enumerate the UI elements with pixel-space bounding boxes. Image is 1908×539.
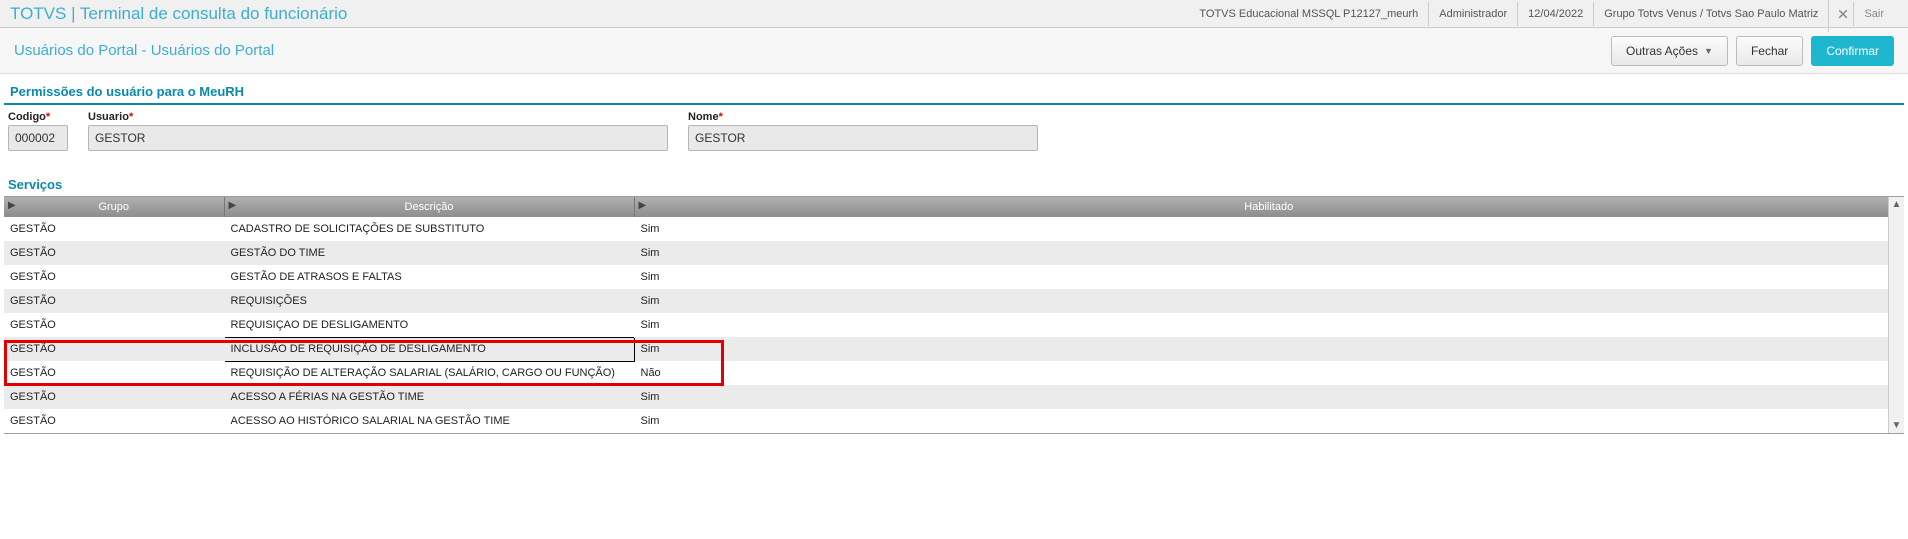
confirm-button[interactable]: Confirmar: [1811, 36, 1894, 66]
table-row[interactable]: GESTÃOACESSO A FÉRIAS NA GESTÃO TIMESim: [4, 385, 1904, 409]
table-row[interactable]: GESTÃOCADASTRO DE SOLICITAÇÕES DE SUBSTI…: [4, 217, 1904, 241]
usuario-label: Usuario*: [88, 111, 668, 123]
app-title: TOTVS | Terminal de consulta do funcioná…: [6, 4, 347, 24]
cell-grupo: GESTÃO: [4, 289, 224, 313]
nome-input[interactable]: [688, 125, 1038, 151]
services-table-head: ▶Grupo ▶Descrição ▶Habilitado: [4, 197, 1904, 217]
cell-habilitado: Sim: [634, 409, 1904, 433]
col-descricao-header[interactable]: ▶Descrição: [224, 197, 634, 217]
table-row[interactable]: GESTÃOINCLUSÃO DE REQUISIÇÃO DE DESLIGAM…: [4, 337, 1904, 361]
table-row[interactable]: GESTÃOGESTÃO DE ATRASOS E FALTASSim: [4, 265, 1904, 289]
cell-grupo: GESTÃO: [4, 409, 224, 433]
chevron-down-icon: ▼: [1704, 46, 1713, 56]
codigo-label: Codigo*: [8, 111, 68, 123]
nome-field: Nome*: [688, 111, 1038, 151]
usuario-field: Usuario*: [88, 111, 668, 151]
cell-grupo: GESTÃO: [4, 337, 224, 361]
services-table-body: GESTÃOCADASTRO DE SOLICITAÇÕES DE SUBSTI…: [4, 217, 1904, 433]
cell-descricao: INCLUSÃO DE REQUISIÇÃO DE DESLIGAMENTO: [224, 337, 634, 361]
scroll-down-icon[interactable]: ▼: [1889, 418, 1904, 433]
brand: TOTVS: [10, 4, 66, 23]
table-row[interactable]: GESTÃOREQUISIÇAO DE DESLIGAMENTOSim: [4, 313, 1904, 337]
section-services-title: Serviços: [0, 157, 1908, 196]
table-row[interactable]: GESTÃOREQUISIÇÕESSim: [4, 289, 1904, 313]
context-label: TOTVS Educacional MSSQL P12127_meurh: [1189, 2, 1428, 26]
cell-descricao: ACESSO A FÉRIAS NA GESTÃO TIME: [224, 385, 634, 409]
exit-button[interactable]: Sair: [1828, 0, 1902, 32]
scroll-up-icon[interactable]: ▲: [1889, 197, 1904, 212]
cell-habilitado: Não: [634, 361, 1904, 385]
company-label: Grupo Totvs Venus / Totvs Sao Paulo Matr…: [1593, 2, 1828, 26]
codigo-input[interactable]: [8, 125, 68, 151]
top-bar: TOTVS | Terminal de consulta do funcioná…: [0, 0, 1908, 28]
sort-icon: ▶: [8, 200, 16, 211]
cell-habilitado: Sim: [634, 265, 1904, 289]
cell-habilitado: Sim: [634, 313, 1904, 337]
col-habilitado-header[interactable]: ▶Habilitado: [634, 197, 1904, 217]
cell-grupo: GESTÃO: [4, 217, 224, 241]
sort-icon: ▶: [229, 200, 237, 211]
subbar-actions: Outras Ações ▼ Fechar Confirmar: [1611, 36, 1894, 66]
cell-habilitado: Sim: [634, 337, 1904, 361]
cell-grupo: GESTÃO: [4, 313, 224, 337]
cell-descricao: REQUISIÇÕES: [224, 289, 634, 313]
cell-grupo: GESTÃO: [4, 265, 224, 289]
sub-bar: Usuários do Portal - Usuários do Portal …: [0, 28, 1908, 74]
cell-grupo: GESTÃO: [4, 385, 224, 409]
cell-descricao: REQUISIÇAO DE DESLIGAMENTO: [224, 313, 634, 337]
services-table: ▶Grupo ▶Descrição ▶Habilitado GESTÃOCADA…: [4, 197, 1904, 433]
cell-grupo: GESTÃO: [4, 361, 224, 385]
user-label: Administrador: [1428, 2, 1517, 26]
close-button[interactable]: Fechar: [1736, 36, 1803, 66]
cell-grupo: GESTÃO: [4, 241, 224, 265]
cell-habilitado: Sim: [634, 385, 1904, 409]
close-icon: [1837, 8, 1849, 20]
table-row[interactable]: GESTÃOGESTÃO DO TIMESim: [4, 241, 1904, 265]
other-actions-button[interactable]: Outras Ações ▼: [1611, 36, 1728, 66]
date-label: 12/04/2022: [1517, 2, 1593, 26]
section-permissions-title: Permissões do usuário para o MeuRH: [4, 76, 1904, 105]
codigo-field: Codigo*: [8, 111, 68, 151]
usuario-input[interactable]: [88, 125, 668, 151]
col-grupo-header[interactable]: ▶Grupo: [4, 197, 224, 217]
cell-habilitado: Sim: [634, 217, 1904, 241]
cell-descricao: REQUISIÇÃO DE ALTERAÇÃO SALARIAL (SALÁRI…: [224, 361, 634, 385]
cell-habilitado: Sim: [634, 241, 1904, 265]
nome-label: Nome*: [688, 111, 1038, 123]
table-row[interactable]: GESTÃOACESSO AO HISTÓRICO SALARIAL NA GE…: [4, 409, 1904, 433]
top-right-info: TOTVS Educacional MSSQL P12127_meurh Adm…: [1189, 0, 1902, 32]
table-row[interactable]: GESTÃOREQUISIÇÃO DE ALTERAÇÃO SALARIAL (…: [4, 361, 1904, 385]
cell-descricao: ACESSO AO HISTÓRICO SALARIAL NA GESTÃO T…: [224, 409, 634, 433]
scrollbar[interactable]: ▲ ▼: [1888, 197, 1904, 433]
cell-descricao: GESTÃO DE ATRASOS E FALTAS: [224, 265, 634, 289]
cell-descricao: GESTÃO DO TIME: [224, 241, 634, 265]
cell-habilitado: Sim: [634, 289, 1904, 313]
breadcrumb: Usuários do Portal - Usuários do Portal: [14, 42, 274, 59]
form-row: Codigo* Usuario* Nome*: [0, 105, 1908, 157]
page-title-text: Terminal de consulta do funcionário: [80, 4, 347, 23]
cell-descricao: CADASTRO DE SOLICITAÇÕES DE SUBSTITUTO: [224, 217, 634, 241]
services-table-wrap: ▶Grupo ▶Descrição ▶Habilitado GESTÃOCADA…: [4, 196, 1904, 434]
sort-icon: ▶: [639, 200, 647, 211]
